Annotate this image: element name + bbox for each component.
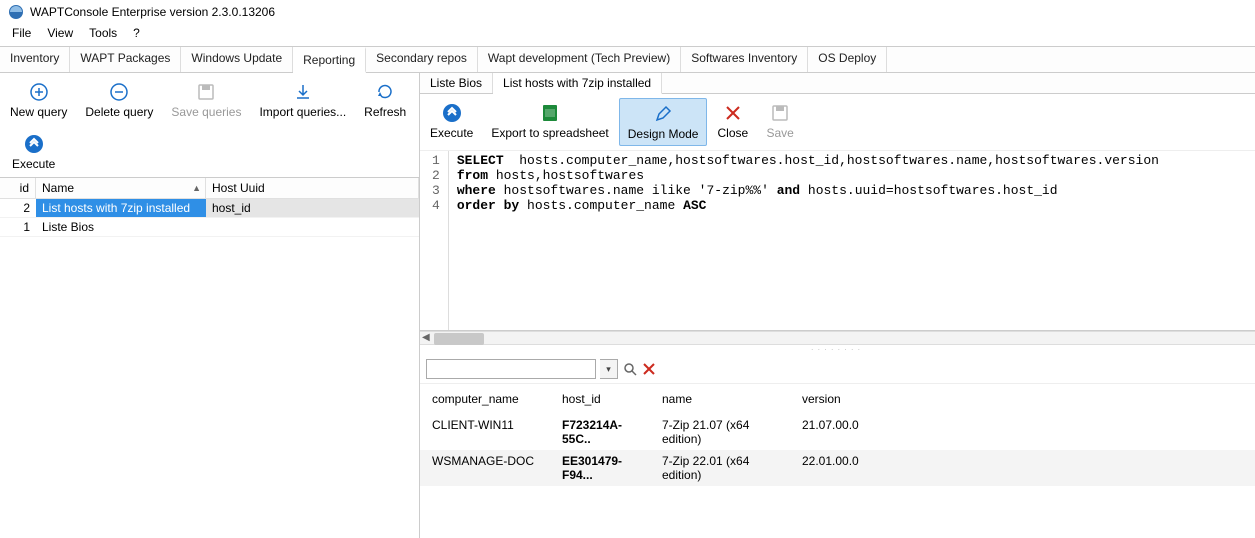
save-queries-button[interactable]: Save queries	[163, 77, 249, 121]
search-icon[interactable]	[622, 361, 638, 377]
chevron-up-circle-icon	[442, 102, 462, 124]
design-mode-button[interactable]: Design Mode	[619, 98, 708, 146]
left-toolbar-row1: New query Delete query Save queries Impo…	[0, 73, 419, 125]
query-list-row[interactable]: 1Liste Bios	[0, 218, 419, 237]
sql-editor[interactable]: 1234 SELECT hosts.computer_name,hostsoft…	[420, 151, 1255, 331]
main-tab-softwares-inventory[interactable]: Softwares Inventory	[681, 47, 808, 72]
execute-button[interactable]: Execute	[422, 98, 481, 146]
query-list-header: id Name ▲ Host Uuid	[0, 177, 419, 199]
query-list-row[interactable]: 2List hosts with 7zip installedhost_id	[0, 199, 419, 218]
right-toolbar: Execute Export to spreadsheet Design Mod…	[420, 94, 1255, 151]
main-tab-secondary-repos[interactable]: Secondary repos	[366, 47, 478, 72]
scrollbar-thumb[interactable]	[434, 333, 484, 345]
pencil-icon	[653, 103, 673, 125]
col-name[interactable]: Name ▲	[36, 178, 206, 198]
sort-asc-icon: ▲	[192, 183, 201, 193]
new-query-button[interactable]: New query	[2, 77, 75, 121]
menu-file[interactable]: File	[12, 26, 31, 40]
titlebar: WAPTConsole Enterprise version 2.3.0.132…	[0, 0, 1255, 24]
refresh-icon	[375, 81, 395, 103]
execute-button-left[interactable]: Execute	[4, 129, 63, 173]
download-icon	[293, 81, 313, 103]
main-tabbar: InventoryWAPT PackagesWindows UpdateRepo…	[0, 46, 1255, 73]
chevron-up-circle-icon	[24, 133, 44, 155]
menu-tools[interactable]: Tools	[89, 26, 117, 40]
col-name[interactable]: name	[656, 390, 796, 408]
main-tab-windows-update[interactable]: Windows Update	[181, 47, 293, 72]
query-list: 2List hosts with 7zip installedhost_id1L…	[0, 199, 419, 237]
filter-bar: ▾	[420, 355, 1255, 383]
splitter-grip[interactable]: ········	[420, 345, 1255, 355]
scroll-left-icon[interactable]: ◀	[422, 332, 430, 343]
menu-view[interactable]: View	[47, 26, 73, 40]
sub-tab[interactable]: Liste Bios	[420, 73, 493, 93]
clear-filter-icon[interactable]	[642, 362, 656, 376]
right-panel: Liste BiosList hosts with 7zip installed…	[420, 73, 1255, 538]
main-tab-wapt-development-tech-preview-[interactable]: Wapt development (Tech Preview)	[478, 47, 681, 72]
sub-tab[interactable]: List hosts with 7zip installed	[493, 73, 662, 94]
filter-input[interactable]	[426, 359, 596, 379]
col-computer-name[interactable]: computer_name	[426, 390, 556, 408]
minus-circle-icon	[109, 81, 129, 103]
refresh-button[interactable]: Refresh	[356, 77, 414, 121]
save-button[interactable]: Save	[758, 98, 802, 146]
main-tab-inventory[interactable]: Inventory	[0, 47, 70, 72]
result-row[interactable]: CLIENT-WIN11F723214A-55C..7-Zip 21.07 (x…	[420, 414, 1255, 450]
app-title: WAPTConsole Enterprise version 2.3.0.132…	[30, 5, 275, 19]
filter-dropdown-button[interactable]: ▾	[600, 359, 618, 379]
left-panel: New query Delete query Save queries Impo…	[0, 73, 420, 538]
col-host-uuid[interactable]: Host Uuid	[206, 178, 419, 198]
col-id[interactable]: id	[0, 178, 36, 198]
main-tab-reporting[interactable]: Reporting	[293, 47, 366, 73]
query-subtabbar: Liste BiosList hosts with 7zip installed	[420, 73, 1255, 94]
spreadsheet-icon	[541, 102, 559, 124]
main-tab-wapt-packages[interactable]: WAPT Packages	[70, 47, 181, 72]
results-header: computer_name host_id name version	[420, 383, 1255, 414]
horizontal-scrollbar[interactable]: ◀	[420, 331, 1255, 345]
close-button[interactable]: Close	[709, 98, 756, 146]
main-tab-os-deploy[interactable]: OS Deploy	[808, 47, 887, 72]
import-queries-button[interactable]: Import queries...	[251, 77, 354, 121]
sql-code[interactable]: SELECT hosts.computer_name,hostsoftwares…	[449, 151, 1167, 330]
save-icon	[770, 102, 790, 124]
save-icon	[196, 81, 216, 103]
app-icon	[8, 4, 24, 20]
plus-circle-icon	[29, 81, 49, 103]
menubar: File View Tools ?	[0, 24, 1255, 46]
result-row[interactable]: WSMANAGE-DOCEE301479-F94...7-Zip 22.01 (…	[420, 450, 1255, 486]
col-version[interactable]: version	[796, 390, 896, 408]
line-gutter: 1234	[420, 151, 449, 330]
menu-help[interactable]: ?	[133, 26, 140, 40]
left-toolbar-row2: Execute	[0, 125, 419, 177]
export-spreadsheet-button[interactable]: Export to spreadsheet	[483, 98, 616, 146]
col-host-id[interactable]: host_id	[556, 390, 656, 408]
delete-query-button[interactable]: Delete query	[77, 77, 161, 121]
close-icon	[723, 102, 743, 124]
results-grid: CLIENT-WIN11F723214A-55C..7-Zip 21.07 (x…	[420, 414, 1255, 486]
